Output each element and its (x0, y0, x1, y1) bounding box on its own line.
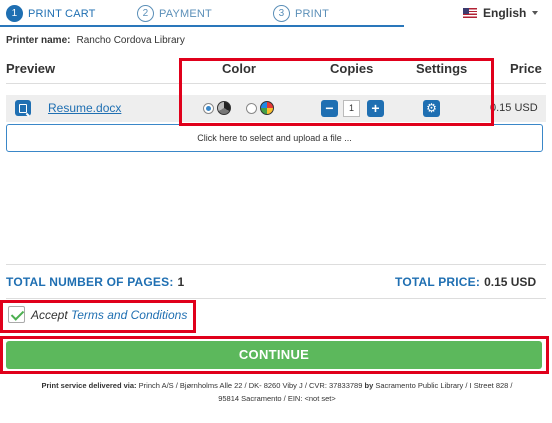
column-header-preview: Preview (6, 61, 56, 76)
color-bw-radio[interactable] (203, 103, 214, 114)
copies-input[interactable]: 1 (343, 100, 360, 117)
accept-label: Accept (31, 307, 68, 322)
step-payment[interactable]: 2 PAYMENT (137, 5, 212, 22)
column-header-price: Price (510, 61, 542, 76)
row-price: 0.15 USD (490, 102, 538, 114)
full-color-icon (260, 101, 274, 115)
step-print[interactable]: 3 PRINT (273, 5, 329, 22)
step-label: PAYMENT (159, 7, 212, 20)
increase-copies-button[interactable]: + (367, 100, 384, 117)
divider (6, 264, 546, 265)
black-white-icon (217, 101, 231, 115)
step-number: 1 (6, 5, 23, 22)
settings-button[interactable]: ⚙ (423, 100, 440, 117)
step-number: 2 (137, 5, 154, 22)
footer-library: Sacramento Public Library / I Street 828… (375, 381, 513, 390)
footer-prefix: Print service delivered via: (41, 381, 137, 390)
total-price: TOTAL PRICE: 0.15 USD (395, 275, 536, 289)
column-header-settings: Settings (416, 61, 468, 76)
file-name-link[interactable]: Resume.docx (48, 101, 121, 115)
accept-terms-checkbox[interactable] (8, 306, 25, 323)
gear-icon: ⚙ (426, 101, 437, 115)
divider (6, 298, 546, 299)
divider (6, 83, 546, 84)
footer-company: Princh A/S / Bjørnholms Alle 22 / DK- 82… (138, 381, 363, 390)
language-label: English (483, 6, 527, 20)
chevron-down-icon (532, 11, 539, 15)
footer: Print service delivered via: Princh A/S … (12, 379, 542, 405)
printer-name-value: Rancho Cordova Library (76, 35, 185, 46)
column-header-color: Color (222, 61, 256, 76)
footer-by: by (364, 381, 374, 390)
color-full-radio[interactable] (246, 103, 257, 114)
preview-icon[interactable] (15, 100, 31, 116)
upload-file-button[interactable]: Click here to select and upload a file .… (6, 124, 543, 152)
total-price-label: TOTAL PRICE: (395, 275, 481, 289)
continue-button[interactable]: CONTINUE (6, 341, 542, 369)
step-label: PRINT (295, 7, 329, 20)
printer-name: Printer name: Rancho Cordova Library (6, 35, 185, 46)
footer-line2: 95814 Sacramento / EIN: <not set> (218, 394, 336, 403)
total-price-value: 0.15 USD (484, 275, 537, 289)
column-header-copies: Copies (330, 61, 374, 76)
table-row: Resume.docx − 1 + ⚙ 0.15 USD (6, 95, 546, 122)
step-progress-underline (0, 25, 404, 27)
step-print-cart[interactable]: 1 PRINT CART (6, 5, 96, 22)
step-label: PRINT CART (28, 7, 96, 20)
total-pages: TOTAL NUMBER OF PAGES: 1 (6, 275, 184, 289)
terms-link[interactable]: Terms and Conditions (71, 308, 187, 322)
language-selector[interactable]: English (463, 6, 539, 20)
us-flag-icon (463, 8, 477, 18)
accept-terms: Accept Terms and Conditions (8, 306, 187, 323)
decrease-copies-button[interactable]: − (321, 100, 338, 117)
total-pages-label: TOTAL NUMBER OF PAGES: (6, 275, 174, 289)
total-pages-value: 1 (177, 275, 185, 289)
printer-name-label: Printer name: (6, 35, 71, 46)
step-number: 3 (273, 5, 290, 22)
